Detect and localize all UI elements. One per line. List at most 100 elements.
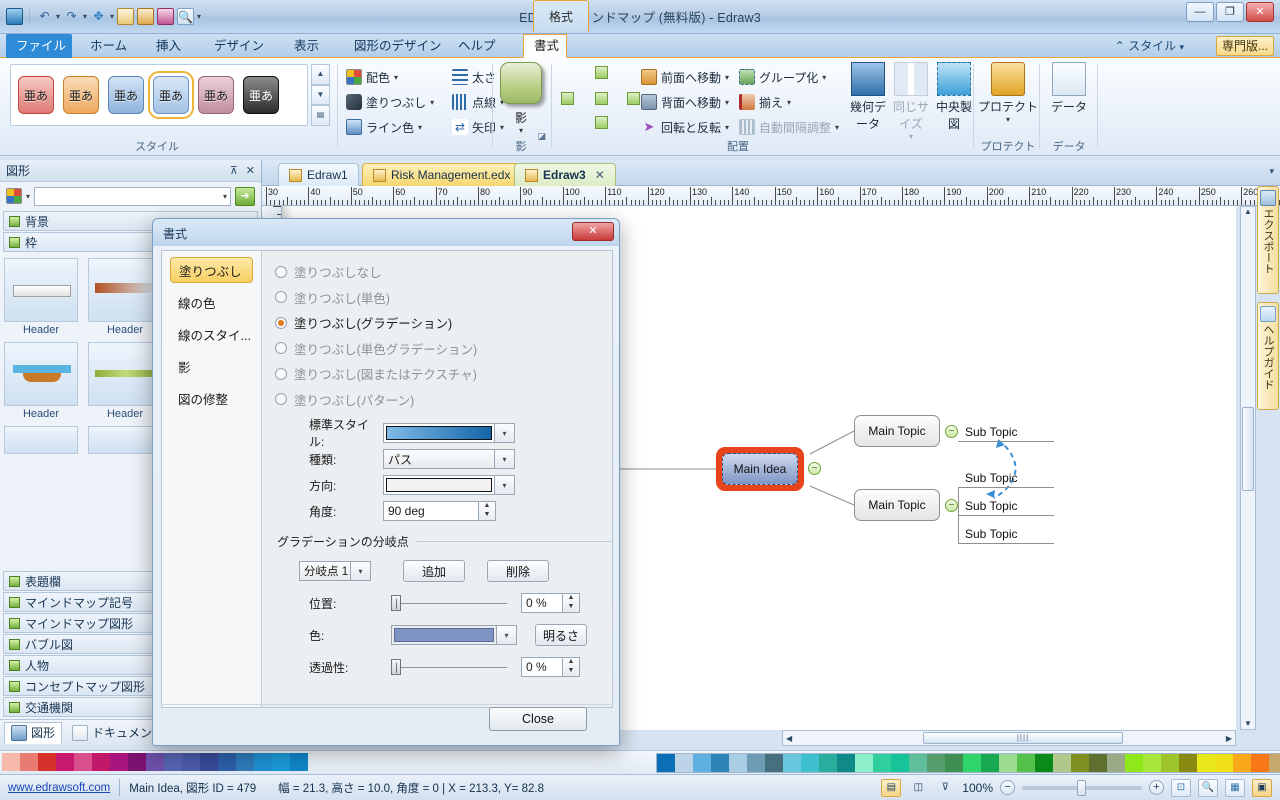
color-swatch[interactable] bbox=[290, 753, 308, 771]
ribbon-button-data[interactable]: データ bbox=[1041, 62, 1097, 115]
color-swatch[interactable] bbox=[1179, 754, 1197, 772]
radio-button-icon[interactable] bbox=[275, 291, 287, 304]
ribbon-button-line-color[interactable]: ライン色 ▾ bbox=[346, 116, 422, 138]
spinner-buttons[interactable]: ▲ ▼ bbox=[563, 593, 580, 613]
transparency-spinner[interactable]: 0 % ▲ ▼ bbox=[521, 657, 580, 677]
chevron-down-icon[interactable]: ▾ bbox=[223, 188, 230, 205]
shape-item[interactable]: Header bbox=[88, 342, 162, 420]
chevron-down-icon[interactable]: ▾ bbox=[430, 98, 434, 107]
color-swatch[interactable] bbox=[1197, 754, 1215, 772]
chevron-down-icon[interactable]: ▾ bbox=[835, 123, 839, 132]
close-icon[interactable]: ✕ bbox=[1246, 2, 1274, 22]
horizontal-scroll-thumb[interactable]: |||| bbox=[923, 732, 1123, 744]
chevron-down-icon[interactable]: ▾ bbox=[725, 98, 729, 107]
color-swatch[interactable] bbox=[1035, 754, 1053, 772]
tab-format[interactable]: 書式 bbox=[523, 34, 567, 58]
color-swatch[interactable] bbox=[801, 754, 819, 772]
ribbon-button-same-size[interactable]: 同じサイズ ▾ bbox=[889, 62, 933, 141]
color-swatch[interactable] bbox=[1251, 754, 1269, 772]
style-menu[interactable]: ⌃ スタイル ▾ bbox=[1115, 37, 1184, 54]
footer-tab-shapes[interactable]: 図形 bbox=[4, 721, 63, 744]
fit-page-icon[interactable]: ⊡ bbox=[1171, 778, 1191, 797]
color-swatch[interactable] bbox=[110, 753, 128, 771]
add-stop-button[interactable]: 追加 bbox=[403, 560, 465, 582]
slider-knob[interactable] bbox=[391, 595, 401, 611]
minus-circle-icon-topic-2[interactable]: − bbox=[945, 499, 958, 512]
gallery-expand-icon[interactable]: ▤ bbox=[311, 105, 330, 127]
chevron-down-icon[interactable]: ▾ bbox=[26, 188, 30, 205]
color-swatch[interactable] bbox=[693, 754, 711, 772]
radio-fill-none[interactable]: 塗りつぶしなし bbox=[275, 259, 612, 285]
node-sub-topic-2[interactable]: Sub Topic bbox=[965, 471, 1017, 485]
ribbon-button-fill[interactable]: 塗りつぶし ▾ bbox=[346, 91, 434, 113]
scroll-right-icon[interactable]: ▶ bbox=[1226, 734, 1232, 743]
horizontal-ruler[interactable]: 30 40 50 60 70 80 90 100 110 120 130 140 150 160 170 18… bbox=[262, 186, 1280, 206]
stop-color-swatch[interactable] bbox=[391, 625, 497, 645]
ribbon-button-protect[interactable]: プロテクト ▾ bbox=[975, 62, 1041, 124]
color-swatch[interactable] bbox=[74, 753, 92, 771]
chevron-down-icon[interactable]: ▾ bbox=[495, 475, 515, 495]
spin-down-icon[interactable]: ▼ bbox=[479, 511, 495, 520]
shape-item[interactable]: Header bbox=[4, 342, 78, 420]
tab-file[interactable]: ファイル bbox=[6, 34, 72, 58]
color-palette-left[interactable] bbox=[2, 753, 308, 773]
color-swatch[interactable] bbox=[1107, 754, 1125, 772]
distribute-bottom-icon[interactable] bbox=[595, 116, 608, 129]
gallery-scroll-buttons[interactable]: ▲ ▼ ▤ bbox=[311, 64, 330, 127]
style-chip-5[interactable]: 亜あ bbox=[198, 76, 234, 114]
color-swatch[interactable] bbox=[1053, 754, 1071, 772]
tab-insert[interactable]: 挿入 bbox=[146, 34, 191, 58]
color-swatch[interactable] bbox=[1215, 754, 1233, 772]
style-chip-6[interactable]: 亜あ bbox=[243, 76, 279, 114]
dialog-nav-fill[interactable]: 塗りつぶし bbox=[170, 257, 253, 283]
color-swatch[interactable] bbox=[783, 754, 801, 772]
chevron-down-icon[interactable]: ▾ bbox=[418, 123, 422, 132]
horizontal-scrollbar[interactable]: ◀ |||| ▶ bbox=[782, 730, 1236, 746]
spin-up-icon[interactable]: ▲ bbox=[563, 658, 579, 667]
distribute-preview[interactable] bbox=[557, 64, 647, 132]
minus-circle-icon-topic-1[interactable]: − bbox=[945, 425, 958, 438]
radio-fill-single-color-gradient[interactable]: 塗りつぶし(単色グラデーション) bbox=[275, 336, 612, 362]
distribute-center-icon[interactable] bbox=[595, 92, 608, 105]
color-swatch[interactable] bbox=[182, 753, 200, 771]
library-icon[interactable] bbox=[6, 188, 22, 204]
ribbon-button-rotate-flip[interactable]: ➤ 回転と反転 ▾ bbox=[641, 116, 729, 138]
color-swatch[interactable] bbox=[891, 754, 909, 772]
color-swatch[interactable] bbox=[855, 754, 873, 772]
preset-style-combo[interactable]: ▾ bbox=[383, 423, 515, 443]
color-swatch[interactable] bbox=[963, 754, 981, 772]
chevron-down-icon[interactable]: ▾ bbox=[889, 132, 933, 141]
zoom-out-icon[interactable]: − bbox=[1000, 780, 1015, 795]
color-swatch[interactable] bbox=[272, 753, 290, 771]
node-sub-topic-4[interactable]: Sub Topic bbox=[965, 527, 1017, 541]
color-swatch[interactable] bbox=[1233, 754, 1251, 772]
spin-down-icon[interactable]: ▼ bbox=[563, 667, 579, 676]
radio-button-icon[interactable] bbox=[275, 393, 287, 406]
color-swatch[interactable] bbox=[1269, 754, 1280, 772]
angle-spinner[interactable]: 90 deg ▲ ▼ bbox=[383, 501, 496, 521]
color-swatch[interactable] bbox=[711, 754, 729, 772]
color-swatch[interactable] bbox=[236, 753, 254, 771]
ribbon-button-geometry-data[interactable]: 幾何データ bbox=[845, 62, 891, 132]
go-arrow-icon[interactable]: ➜ bbox=[235, 186, 255, 206]
chevron-down-icon[interactable]: ▾ bbox=[495, 126, 547, 135]
ribbon-button-group[interactable]: グループ化 ▾ bbox=[739, 66, 826, 88]
color-swatch[interactable] bbox=[945, 754, 963, 772]
angle-input-value[interactable]: 90 deg bbox=[383, 501, 479, 521]
color-swatch[interactable] bbox=[909, 754, 927, 772]
color-swatch[interactable] bbox=[254, 753, 272, 771]
chevron-down-icon[interactable]: ▾ bbox=[1269, 166, 1274, 177]
spinner-buttons[interactable]: ▲ ▼ bbox=[563, 657, 580, 677]
presentation-view-icon[interactable]: ⊽ bbox=[935, 779, 955, 797]
color-swatch[interactable] bbox=[747, 754, 765, 772]
dialog-close-icon[interactable]: ✕ bbox=[572, 222, 614, 241]
dialog-nav-line-color[interactable]: 線の色 bbox=[170, 289, 253, 315]
color-swatch[interactable] bbox=[1071, 754, 1089, 772]
color-swatch[interactable] bbox=[1017, 754, 1035, 772]
slider-knob[interactable] bbox=[391, 659, 401, 675]
color-swatch[interactable] bbox=[657, 754, 675, 772]
shape-item[interactable] bbox=[88, 426, 162, 454]
ribbon-button-auto-space[interactable]: 自動間隔調整 ▾ bbox=[739, 116, 839, 138]
radio-fill-gradient-selected[interactable]: 塗りつぶし(グラデーション) bbox=[275, 310, 612, 336]
chevron-down-icon[interactable]: ▾ bbox=[495, 449, 515, 469]
